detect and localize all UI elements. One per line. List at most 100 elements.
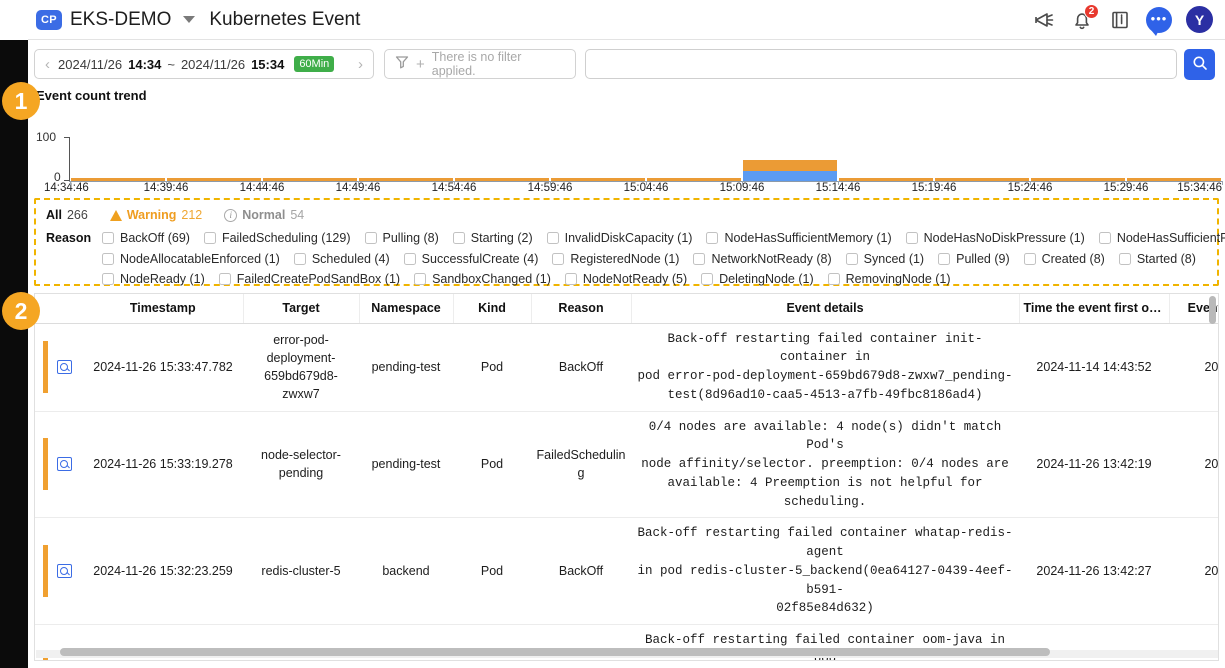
checkbox-icon[interactable]: [1098, 232, 1111, 245]
next-range-button[interactable]: ›: [356, 56, 365, 73]
chart-bar[interactable]: [743, 160, 837, 181]
chart-bar[interactable]: [647, 178, 741, 181]
table-row[interactable]: 2024-11-26 15:32:23.259 redis-cluster-5 ba…: [35, 517, 1218, 625]
checkbox-icon[interactable]: [452, 232, 465, 245]
chart-bar[interactable]: [551, 178, 645, 181]
avatar[interactable]: Y: [1186, 6, 1213, 33]
reason-checkbox-item[interactable]: NodeHasNoDiskPressure (1): [905, 231, 1085, 245]
checkbox-icon[interactable]: [1118, 252, 1131, 265]
horizontal-scrollbar-thumb[interactable]: [60, 648, 1050, 656]
col-target[interactable]: Target: [243, 294, 360, 324]
reason-checkbox-item[interactable]: Scheduled (4): [293, 252, 390, 266]
reason-checkbox-item[interactable]: RemovingNode (1): [827, 272, 951, 286]
checkbox-icon[interactable]: [693, 252, 706, 265]
col-first-occurrence[interactable]: Time the event first occu...: [1019, 294, 1170, 324]
row-detail-button-cell[interactable]: [45, 411, 83, 519]
chart-bar[interactable]: [167, 178, 261, 181]
checkbox-icon[interactable]: [102, 252, 114, 265]
checkbox-icon[interactable]: [403, 252, 416, 265]
prev-range-button[interactable]: ‹: [43, 56, 52, 73]
reason-checkbox-item[interactable]: Pulled (9): [938, 252, 1010, 266]
checkbox-icon[interactable]: [102, 232, 114, 245]
chart-bar[interactable]: [455, 178, 549, 181]
checkbox-icon[interactable]: [546, 232, 559, 245]
severity-warning[interactable]: Warning 212: [109, 208, 202, 222]
checkbox-icon[interactable]: [218, 273, 231, 286]
checkbox-icon[interactable]: [701, 273, 714, 286]
duration-chip[interactable]: 60Min: [294, 56, 335, 72]
row-detail-button-cell[interactable]: [45, 517, 83, 625]
chart-bar[interactable]: [935, 178, 1029, 181]
reason-checkbox-item[interactable]: SuccessfulCreate (4): [403, 252, 538, 266]
reason-checkbox-item[interactable]: Starting (2): [452, 231, 533, 245]
magnifier-detail-icon[interactable]: [56, 564, 72, 579]
cell-namespace: backend: [359, 517, 453, 625]
table-row[interactable]: 2024-11-26 15:33:19.278 node-selector-pen…: [35, 411, 1218, 519]
reason-checkbox-item[interactable]: FailedScheduling (129): [203, 231, 351, 245]
filter-box[interactable]: + There is no filter applied.: [384, 49, 576, 79]
reason-checkbox-item[interactable]: NodeAllocatableEnforced (1): [102, 252, 280, 266]
vertical-scrollbar-thumb[interactable]: [1209, 296, 1216, 324]
info-book-icon[interactable]: [1108, 8, 1132, 32]
reason-checkbox-item[interactable]: NodeNotReady (5): [564, 272, 687, 286]
severity-normal[interactable]: i Normal 54: [224, 208, 304, 222]
chevron-down-icon[interactable]: [183, 16, 196, 23]
checkbox-icon[interactable]: [706, 232, 719, 245]
chat-icon[interactable]: •••: [1146, 6, 1172, 36]
checkbox-icon[interactable]: [938, 252, 951, 265]
checkbox-icon[interactable]: [293, 252, 306, 265]
chart-bar[interactable]: [1127, 178, 1221, 181]
chart-bar[interactable]: [1031, 178, 1125, 181]
row-detail-button-cell[interactable]: [45, 323, 83, 412]
time-range-picker[interactable]: ‹ 2024/11/26 14:34 ~ 2024/11/26 15:34 60…: [34, 49, 374, 79]
magnifier-detail-icon[interactable]: [56, 360, 72, 374]
severity-all[interactable]: All 266: [46, 208, 88, 222]
col-reason[interactable]: Reason: [531, 294, 632, 324]
project-badge: CP: [36, 9, 62, 30]
reason-checkbox-item[interactable]: NodeHasSufficientMemory (1): [706, 231, 892, 245]
reason-checkbox-item[interactable]: FailedCreatePodSandBox (1): [218, 272, 400, 286]
checkbox-icon[interactable]: [203, 232, 216, 245]
chart-bar[interactable]: [263, 178, 357, 181]
checkbox-icon[interactable]: [414, 273, 427, 286]
checkbox-icon[interactable]: [364, 232, 377, 245]
horizontal-scrollbar-track[interactable]: [36, 648, 1218, 658]
x-axis-tick-mark: [70, 181, 71, 185]
chart-bar[interactable]: [71, 178, 165, 181]
reason-checkbox-item[interactable]: NetworkNotReady (8): [693, 252, 832, 266]
reason-checkbox-item[interactable]: DeletingNode (1): [701, 272, 814, 286]
bell-icon[interactable]: 2: [1070, 3, 1099, 32]
reason-checkbox-item[interactable]: Started (8): [1118, 252, 1196, 266]
vertical-scrollbar-track[interactable]: [1209, 295, 1217, 660]
chart-bars[interactable]: [70, 137, 1222, 181]
reason-checkbox-item[interactable]: BackOff (69): [102, 231, 190, 245]
reason-checkbox-item[interactable]: RegisteredNode (1): [552, 252, 679, 266]
col-event-details[interactable]: Event details: [631, 294, 1020, 324]
checkbox-icon[interactable]: [564, 273, 577, 286]
megaphone-icon[interactable]: [1032, 8, 1056, 32]
checkbox-icon[interactable]: [102, 273, 114, 286]
checkbox-icon[interactable]: [827, 273, 840, 286]
chart-bar[interactable]: [359, 178, 453, 181]
checkbox-icon[interactable]: [552, 252, 565, 265]
reason-checkbox-item[interactable]: Created (8): [1023, 252, 1105, 266]
checkbox-icon[interactable]: [905, 232, 918, 245]
magnifier-detail-icon[interactable]: [56, 457, 72, 472]
toolbar: ‹ 2024/11/26 14:34 ~ 2024/11/26 15:34 60…: [28, 41, 1225, 87]
reason-checkbox-item[interactable]: SandboxChanged (1): [414, 272, 551, 286]
checkbox-icon[interactable]: [1023, 252, 1036, 265]
checkbox-icon[interactable]: [845, 252, 858, 265]
chart-bar[interactable]: [839, 178, 933, 181]
reason-checkbox-item[interactable]: Synced (1): [845, 252, 924, 266]
search-input[interactable]: [585, 49, 1177, 79]
col-timestamp[interactable]: Timestamp: [83, 294, 244, 324]
reason-checkbox-item[interactable]: NodeReady (1): [102, 272, 205, 286]
reason-checkbox-item[interactable]: Pulling (8): [364, 231, 439, 245]
reason-checkbox-item[interactable]: NodeHasSufficientPID (1): [1098, 231, 1225, 245]
reason-checkbox-item[interactable]: InvalidDiskCapacity (1): [546, 231, 692, 245]
search-button[interactable]: [1184, 48, 1215, 80]
col-namespace[interactable]: Namespace: [359, 294, 454, 324]
col-kind[interactable]: Kind: [453, 294, 532, 324]
table-row[interactable]: 2024-11-26 15:33:47.782 error-pod-deploym…: [35, 323, 1218, 412]
add-filter-icon[interactable]: +: [416, 57, 425, 72]
